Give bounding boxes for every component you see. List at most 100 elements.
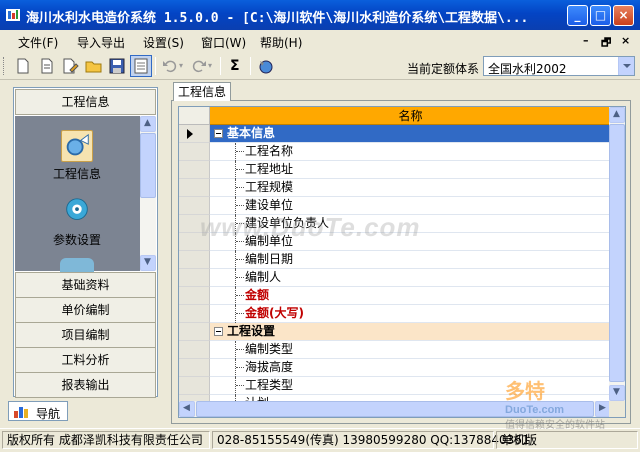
new-document-icon[interactable] [38,57,56,75]
help-globe-icon[interactable] [257,57,275,75]
document-view-icon[interactable] [132,57,150,75]
tree-group-row[interactable]: 基本信息 [179,125,611,143]
table-row[interactable]: 编制人 [179,269,611,287]
row-header[interactable] [179,197,210,215]
edit-document-icon[interactable] [61,57,79,75]
scroll-up-button[interactable]: ▲ [140,116,156,132]
mdi-minimize-button[interactable]: – [583,34,589,47]
row-header[interactable] [179,341,210,359]
nav-tile-project-info[interactable]: 工程信息 [45,130,109,182]
status-edition: 单机版 [496,431,638,449]
row-header[interactable] [179,287,210,305]
grid-horizontal-scrollbar[interactable]: ◀ ▶ [179,401,611,417]
grid-header-corner [179,107,210,125]
name-cell[interactable]: 建设单位负责人 [210,215,611,233]
nav-section-material-analysis[interactable]: 工料分析 [15,347,156,373]
row-header[interactable] [179,323,210,341]
table-row[interactable]: 金额 [179,287,611,305]
name-cell[interactable]: 编制人 [210,269,611,287]
scroll-down-button[interactable]: ▼ [140,255,156,271]
quota-system-select[interactable]: 全国水利2002 [483,56,635,76]
mdi-close-button[interactable]: × [621,34,630,47]
row-header[interactable] [179,143,210,161]
table-row[interactable]: 工程名称 [179,143,611,161]
name-cell[interactable]: 工程规模 [210,179,611,197]
new-file-icon[interactable] [14,57,32,75]
redo-dropdown-icon[interactable]: ▾ [208,61,212,70]
menu-settings[interactable]: 设置(S) [143,34,184,51]
name-cell[interactable]: 工程设置 [210,323,611,341]
table-row[interactable]: 工程规模 [179,179,611,197]
maximize-button[interactable]: □ [590,5,611,26]
row-header[interactable] [179,161,210,179]
undo-icon[interactable] [161,57,179,75]
field-label: 建设单位负责人 [245,216,330,230]
nav-tile-parameter-settings[interactable]: 参数设置 [45,196,109,248]
menu-file[interactable]: 文件(F) [18,34,58,51]
name-cell[interactable]: 海拔高度 [210,359,611,377]
table-row[interactable]: 工程地址 [179,161,611,179]
name-cell[interactable]: 编制类型 [210,341,611,359]
tree-connector [236,385,244,386]
save-icon[interactable] [108,57,126,75]
table-row[interactable]: 金额(大写) [179,305,611,323]
menu-help[interactable]: 帮助(H) [260,34,302,51]
table-row[interactable]: 编制日期 [179,251,611,269]
table-row[interactable]: 工程类型 [179,377,611,395]
nav-section-unit-price[interactable]: 单价编制 [15,297,156,323]
minimize-button[interactable]: _ [567,5,588,26]
column-header-name[interactable]: 名称 [210,107,611,125]
row-header[interactable] [179,377,210,395]
row-header[interactable] [179,125,210,143]
sum-icon[interactable]: Σ [230,58,240,74]
name-cell[interactable]: 基本信息 [210,125,611,143]
name-cell[interactable]: 工程名称 [210,143,611,161]
row-header[interactable] [179,215,210,233]
menu-import-export[interactable]: 导入导出 [77,34,125,51]
nav-scrollbar[interactable]: ▲ ▼ [140,116,156,271]
open-folder-icon[interactable] [85,57,103,75]
scroll-left-button[interactable]: ◀ [179,401,195,417]
nav-section-basic-data[interactable]: 基础资料 [15,272,156,298]
name-cell[interactable]: 编制日期 [210,251,611,269]
scroll-up-button[interactable]: ▲ [609,107,625,123]
row-header[interactable] [179,359,210,377]
mdi-restore-button[interactable]: 🗗 [601,34,611,53]
collapse-toggle-icon[interactable] [214,327,223,336]
name-cell[interactable]: 工程类型 [210,377,611,395]
table-row[interactable]: 编制单位 [179,233,611,251]
row-header[interactable] [179,305,210,323]
scroll-thumb[interactable] [196,401,594,417]
toolbar-grip [3,57,6,75]
undo-dropdown-icon[interactable]: ▾ [179,61,183,70]
nav-header-project-info[interactable]: 工程信息 [15,89,156,115]
name-cell[interactable]: 金额(大写) [210,305,611,323]
chevron-down-icon[interactable] [618,57,634,75]
grid-vertical-scrollbar[interactable]: ▲ ▼ [609,107,625,401]
table-row[interactable]: 海拔高度 [179,359,611,377]
row-header[interactable] [179,269,210,287]
name-cell[interactable]: 编制单位 [210,233,611,251]
name-cell[interactable]: 建设单位 [210,197,611,215]
row-header[interactable] [179,251,210,269]
nav-section-report-output[interactable]: 报表输出 [15,372,156,398]
table-row[interactable]: 建设单位负责人 [179,215,611,233]
scroll-thumb[interactable] [609,124,625,382]
nav-tab-button[interactable]: 导航 [8,401,68,421]
scroll-down-button[interactable]: ▼ [609,385,625,401]
table-row[interactable]: 建设单位 [179,197,611,215]
tree-connector [235,359,236,377]
table-row[interactable]: 编制类型 [179,341,611,359]
nav-section-project-compile[interactable]: 项目编制 [15,322,156,348]
name-cell[interactable]: 工程地址 [210,161,611,179]
name-cell[interactable]: 金额 [210,287,611,305]
row-header[interactable] [179,233,210,251]
redo-icon[interactable] [190,57,208,75]
close-button[interactable]: × [613,5,634,26]
scroll-thumb[interactable] [140,133,156,198]
tab-project-info[interactable]: 工程信息 [173,82,231,101]
collapse-toggle-icon[interactable] [214,129,223,138]
tree-group-row[interactable]: 工程设置 [179,323,611,341]
row-header[interactable] [179,179,210,197]
menu-window[interactable]: 窗口(W) [201,34,246,51]
